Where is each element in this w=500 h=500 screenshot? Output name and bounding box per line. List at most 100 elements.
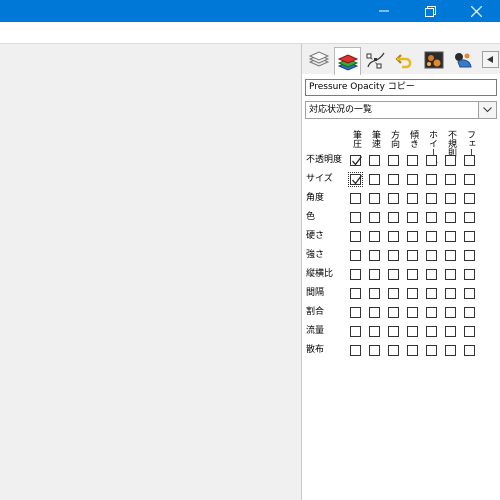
dynamics-checkbox[interactable]: [445, 212, 456, 223]
dynamics-checkbox[interactable]: [369, 326, 380, 337]
dynamics-checkbox[interactable]: [369, 307, 380, 318]
dynamics-checkbox[interactable]: [388, 288, 399, 299]
dynamics-checkbox[interactable]: [464, 174, 475, 185]
dynamics-checkbox[interactable]: [445, 288, 456, 299]
dynamics-checkbox[interactable]: [388, 250, 399, 261]
dynamics-checkbox[interactable]: [388, 345, 399, 356]
minimize-button[interactable]: [365, 0, 403, 22]
dynamics-checkbox[interactable]: [407, 307, 418, 318]
dynamics-checkbox[interactable]: [350, 307, 361, 318]
dynamics-checkbox[interactable]: [464, 326, 475, 337]
dynamics-checkbox[interactable]: [350, 193, 361, 204]
restore-button[interactable]: [411, 0, 449, 22]
dynamics-checkbox[interactable]: [407, 193, 418, 204]
dynamics-checkbox[interactable]: [348, 172, 363, 187]
dynamics-checkbox[interactable]: [426, 250, 437, 261]
brush-dynamics-panel: Pressure Opacity コピー 対応状況の一覧 筆圧 筆速 方向 傾き ホイー…: [301, 44, 500, 500]
view-mode-select[interactable]: 対応状況の一覧: [305, 101, 497, 119]
dynamics-checkbox[interactable]: [426, 326, 437, 337]
dynamics-checkbox[interactable]: [426, 155, 437, 166]
dynamics-checkbox[interactable]: [426, 193, 437, 204]
dynamics-checkbox[interactable]: [369, 288, 380, 299]
dynamics-checkbox[interactable]: [445, 269, 456, 280]
dynamics-checkbox[interactable]: [388, 231, 399, 242]
dynamics-checkbox[interactable]: [464, 155, 475, 166]
checkmark-icon: [352, 175, 362, 185]
dynamics-checkbox[interactable]: [445, 326, 456, 337]
dynamics-checkbox[interactable]: [369, 345, 380, 356]
dynamics-checkbox[interactable]: [369, 174, 380, 185]
dynamics-checkbox[interactable]: [350, 269, 361, 280]
tab-undo-history[interactable]: [392, 48, 417, 72]
dynamics-checkbox[interactable]: [369, 155, 380, 166]
column-header: 不規則: [446, 130, 456, 157]
dynamics-checkbox[interactable]: [350, 345, 361, 356]
row-label: 色: [306, 212, 316, 222]
dynamics-checkbox[interactable]: [426, 231, 437, 242]
dynamics-checkbox[interactable]: [426, 174, 437, 185]
chevron-down-icon: [483, 107, 492, 113]
preset-name-field[interactable]: Pressure Opacity コピー: [305, 79, 497, 96]
dynamics-checkbox[interactable]: [369, 212, 380, 223]
dynamics-checkbox[interactable]: [369, 231, 380, 242]
dynamics-checkbox[interactable]: [445, 155, 456, 166]
dynamics-checkbox[interactable]: [464, 307, 475, 318]
dynamics-checkbox[interactable]: [407, 345, 418, 356]
brush-preset-icon: [424, 51, 443, 69]
canvas-area[interactable]: [0, 44, 301, 500]
dynamics-checkbox[interactable]: [464, 231, 475, 242]
dynamics-checkbox[interactable]: [369, 250, 380, 261]
dynamics-checkbox[interactable]: [350, 155, 362, 166]
dynamics-checkbox[interactable]: [388, 155, 399, 166]
dynamics-checkbox[interactable]: [369, 269, 380, 280]
tab-scroll-button[interactable]: [482, 51, 499, 68]
dynamics-checkbox[interactable]: [445, 231, 456, 242]
dynamics-checkbox[interactable]: [407, 231, 418, 242]
dynamics-checkbox[interactable]: [350, 250, 361, 261]
dynamics-checkbox[interactable]: [426, 345, 437, 356]
tab-brush-presets[interactable]: [421, 48, 446, 72]
dynamics-checkbox[interactable]: [445, 250, 456, 261]
dynamics-checkbox[interactable]: [388, 212, 399, 223]
dynamics-checkbox[interactable]: [445, 174, 456, 185]
dynamics-checkbox[interactable]: [388, 307, 399, 318]
dynamics-checkbox[interactable]: [350, 326, 361, 337]
dynamics-checkbox[interactable]: [388, 193, 399, 204]
dynamics-checkbox[interactable]: [464, 212, 475, 223]
close-button[interactable]: [457, 0, 495, 22]
dynamics-checkbox[interactable]: [464, 250, 475, 261]
dynamics-checkbox[interactable]: [350, 231, 361, 242]
dynamics-checkbox[interactable]: [407, 174, 418, 185]
dynamics-checkbox[interactable]: [464, 288, 475, 299]
dynamics-checkbox[interactable]: [445, 193, 456, 204]
dynamics-checkbox[interactable]: [407, 155, 418, 166]
tab-brush-settings[interactable]: [450, 48, 475, 72]
dropdown-button[interactable]: [478, 102, 496, 118]
dynamics-checkbox[interactable]: [445, 345, 456, 356]
dynamics-checkbox[interactable]: [350, 288, 361, 299]
dynamics-checkbox[interactable]: [464, 193, 475, 204]
dynamics-checkbox[interactable]: [426, 269, 437, 280]
dynamics-checkbox[interactable]: [464, 269, 475, 280]
dynamics-checkbox[interactable]: [407, 326, 418, 337]
dynamics-checkbox[interactable]: [388, 269, 399, 280]
layers-icon: [308, 51, 329, 67]
dynamics-checkbox[interactable]: [407, 250, 418, 261]
dynamics-checkbox[interactable]: [426, 212, 437, 223]
dynamics-checkbox[interactable]: [445, 307, 456, 318]
tab-paths[interactable]: [363, 48, 388, 72]
tab-colors[interactable]: [334, 47, 361, 75]
dynamics-checkbox[interactable]: [426, 288, 437, 299]
dynamics-checkbox[interactable]: [407, 269, 418, 280]
dynamics-checkbox[interactable]: [407, 212, 418, 223]
dynamics-checkbox[interactable]: [464, 345, 475, 356]
tab-layers[interactable]: [306, 48, 331, 72]
dynamics-checkbox[interactable]: [388, 174, 399, 185]
title-bar: [0, 0, 500, 22]
dynamics-checkbox[interactable]: [407, 288, 418, 299]
dynamics-checkbox[interactable]: [426, 307, 437, 318]
dynamics-checkbox[interactable]: [388, 326, 399, 337]
dynamics-checkbox[interactable]: [350, 212, 361, 223]
row-label: 硬さ: [306, 231, 325, 241]
dynamics-checkbox[interactable]: [369, 193, 380, 204]
